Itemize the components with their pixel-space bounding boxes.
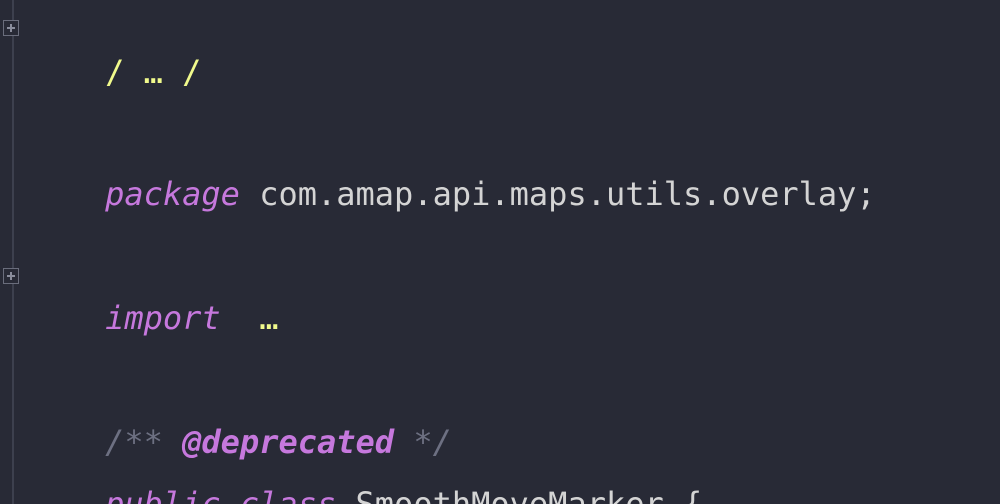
- fold-gutter: [12, 0, 14, 504]
- import-line[interactable]: import …: [28, 252, 278, 337]
- public-keyword: public: [105, 485, 221, 504]
- javadoc-line[interactable]: /** @deprecated */: [28, 376, 452, 461]
- fold-expand-icon[interactable]: [3, 268, 19, 284]
- header-comment-line[interactable]: / … /: [28, 6, 201, 91]
- import-keyword: import: [105, 299, 221, 337]
- open-brace: {: [683, 485, 703, 504]
- package-line[interactable]: package com.amap.api.maps.utils.overlay;: [28, 128, 876, 213]
- folded-header-text[interactable]: / … /: [105, 53, 201, 91]
- class-name: SmoothMoveMarker: [355, 485, 664, 504]
- package-name: com.amap.api.maps.utils.overlay;: [259, 175, 876, 213]
- code-editor[interactable]: / … / package com.amap.api.maps.utils.ov…: [0, 0, 1000, 504]
- package-keyword: package: [105, 175, 240, 213]
- class-declaration-line[interactable]: public class SmoothMoveMarker {: [28, 438, 702, 504]
- folded-imports-text[interactable]: …: [259, 299, 278, 337]
- fold-expand-icon[interactable]: [3, 20, 19, 36]
- class-keyword: class: [239, 485, 337, 504]
